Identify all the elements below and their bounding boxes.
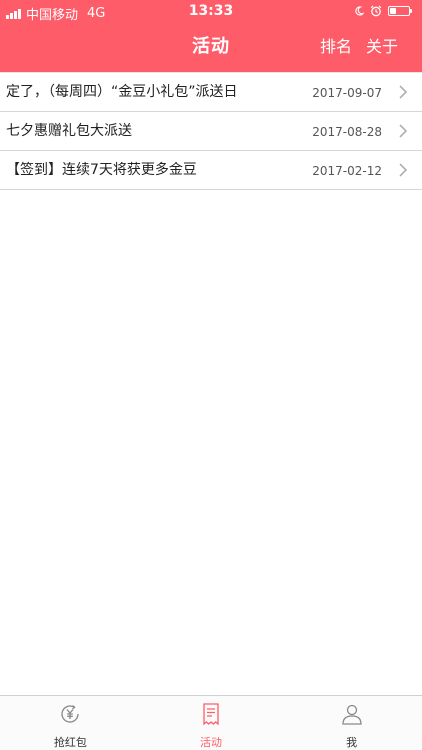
activity-title: 【签到】连续7天将获更多金豆: [6, 162, 197, 178]
activity-date: 2017-02-12: [312, 164, 382, 178]
activity-title: 定了，（每周四）“金豆小礼包”派送日: [6, 84, 238, 100]
status-bar: 中国移动 4G 13:33: [0, 0, 422, 24]
list-item[interactable]: 【签到】连续7天将获更多金豆 2017-02-12: [0, 151, 422, 190]
tab-me[interactable]: 我: [281, 696, 422, 750]
tab-label: 活动: [200, 736, 222, 749]
activity-date: 2017-08-28: [312, 125, 382, 139]
moon-icon: [355, 6, 364, 16]
tab-label: 我: [346, 736, 358, 749]
tab-activity[interactable]: 活动: [141, 696, 282, 750]
chevron-right-icon: [399, 85, 408, 99]
person-icon: [342, 704, 362, 725]
rank-button[interactable]: 排名: [320, 24, 352, 70]
alarm-icon: [370, 5, 382, 17]
yuan-coin-icon: [61, 705, 79, 723]
chevron-right-icon: [399, 124, 408, 138]
tab-red-packet[interactable]: 抢红包: [0, 696, 141, 750]
tab-label: 抢红包: [53, 736, 87, 749]
chevron-right-icon: [399, 163, 408, 177]
nav-actions: 排名 关于: [320, 24, 398, 70]
receipt-icon: [203, 703, 219, 726]
nav-bar: 活动 排名 关于: [0, 24, 422, 72]
list-item[interactable]: 七夕惠赠礼包大派送 2017-08-28: [0, 112, 422, 151]
about-button[interactable]: 关于: [366, 24, 398, 70]
list-item[interactable]: 定了，（每周四）“金豆小礼包”派送日 2017-09-07: [0, 73, 422, 112]
battery-fill: [390, 8, 396, 14]
activity-list: 定了，（每周四）“金豆小礼包”派送日 2017-09-07 七夕惠赠礼包大派送 …: [0, 72, 422, 190]
status-right: [354, 5, 412, 17]
activity-date: 2017-09-07: [312, 86, 382, 100]
activity-title: 七夕惠赠礼包大派送: [6, 123, 132, 139]
battery-icon: [388, 6, 412, 16]
tab-bar: 抢红包 活动 我: [0, 695, 422, 750]
